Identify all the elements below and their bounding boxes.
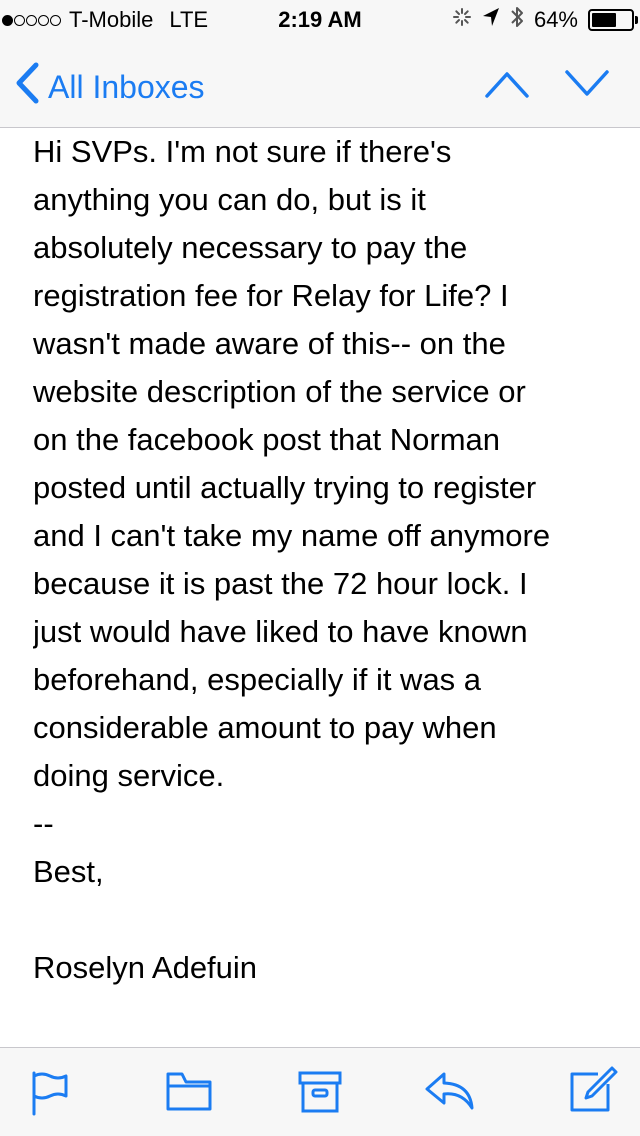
reply-button[interactable] xyxy=(424,1070,476,1117)
flag-button[interactable] xyxy=(30,1070,70,1121)
back-button[interactable]: All Inboxes xyxy=(14,62,205,112)
bluetooth-icon xyxy=(510,5,524,35)
navigation-bar: All Inboxes xyxy=(0,40,640,128)
mail-message-screen: T-Mobile LTE 2:19 AM 64% All Inboxes Hi … xyxy=(0,0,640,1136)
archive-button[interactable] xyxy=(298,1070,342,1119)
message-body: Hi SVPs. I'm not sure if there's anything… xyxy=(33,128,633,1048)
folder-icon xyxy=(166,1072,212,1111)
next-message-button[interactable] xyxy=(564,64,610,109)
message-line: registration fee for Relay for Life? I xyxy=(33,278,509,313)
back-button-label: All Inboxes xyxy=(48,68,205,105)
signature-separator: -- xyxy=(33,806,54,841)
reply-icon xyxy=(425,1072,474,1110)
activity-spinner-icon xyxy=(452,7,472,33)
message-line: just would have liked to have known xyxy=(33,614,528,649)
message-paragraph: Hi SVPs. I'm not sure if there's anything… xyxy=(33,128,633,800)
battery-fill xyxy=(592,13,616,27)
archive-icon xyxy=(298,1071,342,1113)
message-line: wasn't made aware of this-- on the xyxy=(33,326,506,361)
location-arrow-icon xyxy=(482,7,500,33)
battery-percent: 64% xyxy=(533,7,578,32)
bottom-toolbar xyxy=(0,1047,640,1136)
chevron-down-icon xyxy=(565,70,609,96)
sender-name: Roselyn Adefuin xyxy=(33,950,258,985)
status-right: 64% xyxy=(452,5,638,35)
chevron-left-icon xyxy=(14,62,40,112)
previous-message-button[interactable] xyxy=(484,64,530,109)
message-line: doing service. xyxy=(33,758,225,793)
message-line: and I can't take my name off anymore xyxy=(33,518,551,553)
compose-button[interactable] xyxy=(568,1066,618,1119)
message-line: on the facebook post that Norman xyxy=(33,422,501,457)
move-to-folder-button[interactable] xyxy=(166,1070,212,1117)
message-line: because it is past the 72 hour lock. I xyxy=(33,566,528,601)
message-line: absolutely necessary to pay the xyxy=(33,230,468,265)
flag-icon xyxy=(32,1071,68,1116)
message-line: Hi SVPs. I'm not sure if there's xyxy=(33,134,452,169)
compose-icon xyxy=(570,1066,618,1112)
battery-icon xyxy=(588,9,638,31)
message-line: anything you can do, but is it xyxy=(33,182,426,217)
message-line: considerable amount to pay when xyxy=(33,710,497,745)
closing-text: Best, xyxy=(33,854,104,889)
message-line: website description of the service or xyxy=(33,374,526,409)
message-line: posted until actually trying to register xyxy=(33,470,537,505)
status-bar: T-Mobile LTE 2:19 AM 64% xyxy=(0,0,640,40)
chevron-up-icon xyxy=(485,72,529,98)
message-line: beforehand, especially if it was a xyxy=(33,662,482,697)
